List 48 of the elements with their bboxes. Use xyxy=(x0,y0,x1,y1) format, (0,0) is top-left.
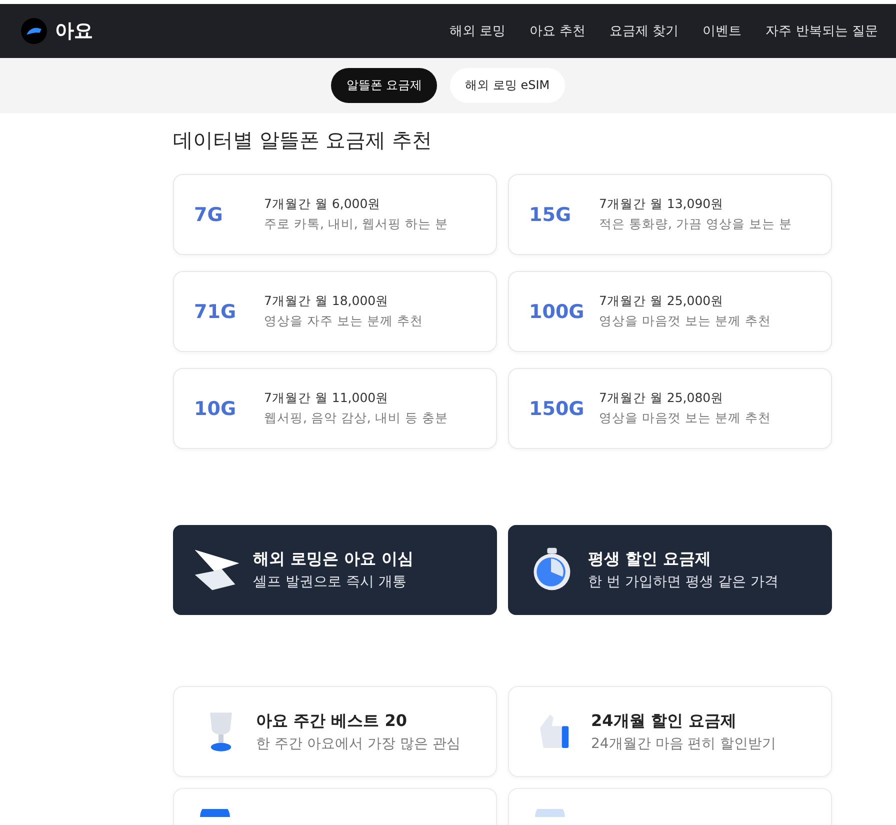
round-badge-icon xyxy=(200,809,230,817)
nav-link[interactable]: 이벤트 xyxy=(702,22,742,40)
feature-title: 아요 주간 베스트 20 xyxy=(256,710,408,732)
category-tab[interactable]: 알뜰폰 요금제 xyxy=(331,68,438,103)
nav-link[interactable]: 해외 로밍 xyxy=(449,22,506,40)
feature-subtitle: 한 주간 아요에서 가장 많은 관심 xyxy=(256,734,460,752)
nav-link[interactable]: 아요 추천 xyxy=(529,22,586,40)
feature-subtitle: 24개월간 마음 편히 할인받기 xyxy=(591,734,776,752)
section-title: 데이터별 알뜰폰 요금제 추천 xyxy=(173,127,434,154)
data-amount: 10G xyxy=(194,398,238,420)
data-amount: 7G xyxy=(194,204,224,226)
data-amount: 150G xyxy=(529,398,586,420)
plan-card[interactable]: 100G 7개월간 월 25,000원 영상을 마음껏 보는 분께 추천 xyxy=(508,271,832,352)
feature-card[interactable]: 24개월 할인 요금제 24개월간 마음 편히 할인받기 xyxy=(508,686,832,777)
plan-description: 영상을 자주 보는 분께 추천 xyxy=(264,313,423,330)
plan-description: 영상을 마음껏 보는 분께 추천 xyxy=(599,410,771,427)
data-amount: 71G xyxy=(194,300,238,322)
plan-card[interactable]: 71G 7개월간 월 18,000원 영상을 자주 보는 분께 추천 xyxy=(173,271,497,352)
plan-price: 7개월간 월 11,000원 xyxy=(264,390,390,407)
promo-title: 평생 할인 요금제 xyxy=(588,549,712,570)
promo-card[interactable]: 평생 할인 요금제 한 번 가입하면 평생 같은 가격 xyxy=(508,525,832,615)
feature-title: 24개월 할인 요금제 xyxy=(591,710,738,732)
nav-link[interactable]: 요금제 찾기 xyxy=(610,22,679,40)
feature-card[interactable]: 아요 주간 베스트 20 한 주간 아요에서 가장 많은 관심 xyxy=(173,686,497,777)
data-amount: 100G xyxy=(529,300,586,322)
category-tab[interactable]: 해외 로밍 eSIM xyxy=(450,68,565,103)
plan-price: 7개월간 월 25,000원 xyxy=(599,293,725,310)
plan-card[interactable]: 10G 7개월간 월 11,000원 웹서핑, 음악 감상, 내비 등 충분 xyxy=(173,368,497,449)
plan-card[interactable]: 7G 7개월간 월 6,000원 주로 카톡, 내비, 웹서핑 하는 분 xyxy=(173,174,497,255)
plan-price: 7개월간 월 18,000원 xyxy=(264,293,390,310)
plan-card[interactable]: 150G 7개월간 월 25,080원 영상을 마음껏 보는 분께 추천 xyxy=(508,368,832,449)
plan-price: 7개월간 월 6,000원 xyxy=(264,196,382,213)
plan-description: 적은 통화량, 가끔 영상을 보는 분 xyxy=(599,216,792,233)
logo-text[interactable]: 아요 xyxy=(55,18,93,44)
promo-subtitle: 한 번 가입하면 평생 같은 가격 xyxy=(588,573,778,591)
promo-card[interactable]: 해외 로밍은 아요 이심 셀프 발권으로 즉시 개통 xyxy=(173,525,497,615)
plan-card[interactable]: 15G 7개월간 월 13,090원 적은 통화량, 가끔 영상을 보는 분 xyxy=(508,174,832,255)
plan-description: 웹서핑, 음악 감상, 내비 등 충분 xyxy=(264,410,448,427)
nav-link[interactable]: 자주 반복되는 질문 xyxy=(766,22,878,40)
promo-subtitle: 셀프 발권으로 즉시 개통 xyxy=(253,573,408,591)
logo-icon[interactable] xyxy=(21,18,47,44)
globe-icon xyxy=(535,809,565,817)
promo-title: 해외 로밍은 아요 이심 xyxy=(253,549,414,570)
plan-description: 영상을 마음껏 보는 분께 추천 xyxy=(599,313,771,330)
plan-price: 7개월간 월 13,090원 xyxy=(599,196,725,213)
plan-price: 7개월간 월 25,080원 xyxy=(599,390,725,407)
data-amount: 15G xyxy=(529,204,572,226)
plan-description: 주로 카톡, 내비, 웹서핑 하는 분 xyxy=(264,216,448,233)
